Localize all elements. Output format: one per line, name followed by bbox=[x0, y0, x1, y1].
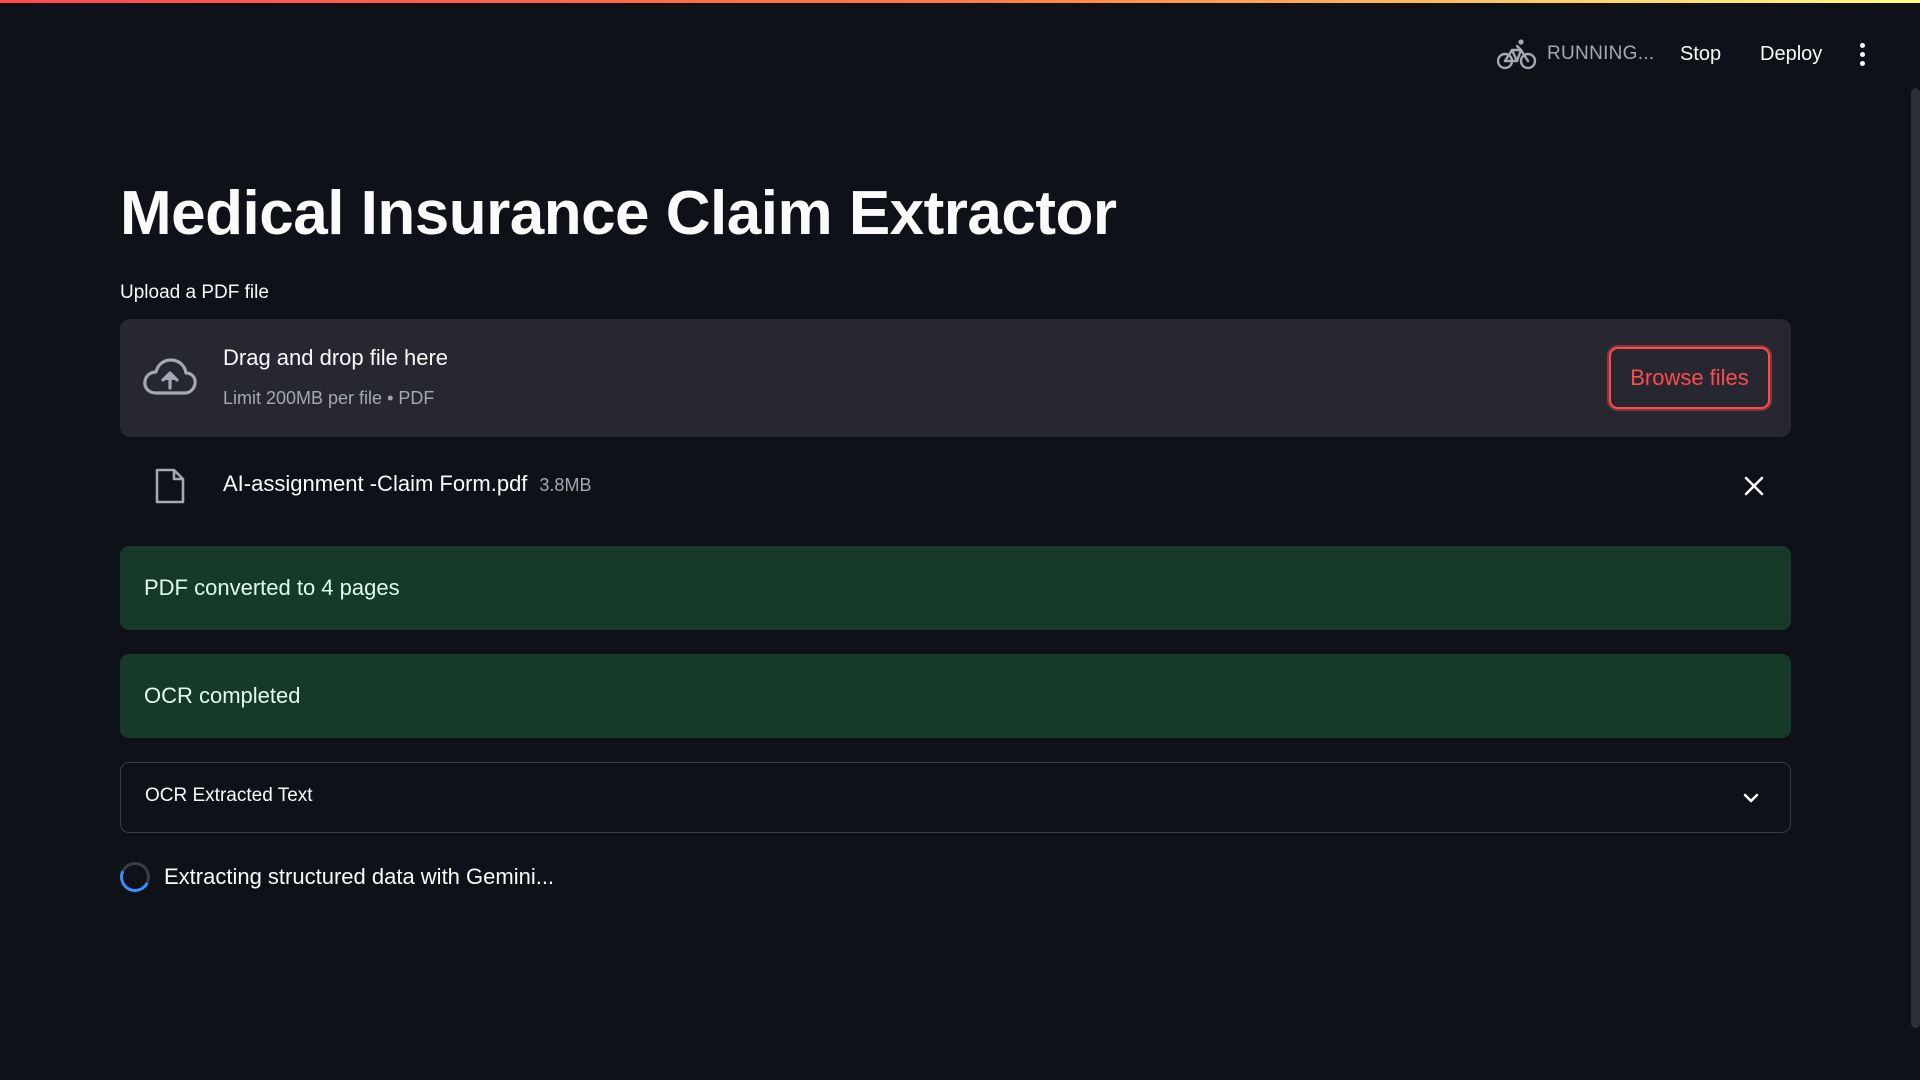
close-icon[interactable] bbox=[1743, 475, 1765, 497]
file-icon bbox=[154, 467, 186, 505]
chevron-down-icon bbox=[1742, 789, 1760, 807]
running-status: RUNNING... bbox=[1497, 34, 1655, 74]
kebab-menu-icon[interactable] bbox=[1854, 40, 1870, 68]
success-alert-ocr-completed: OCR completed bbox=[120, 654, 1791, 738]
spinner-text: Extracting structured data with Gemini..… bbox=[164, 864, 555, 889]
uploaded-file-size: 3.8MB bbox=[539, 475, 592, 495]
loading-indicator: Extracting structured data with Gemini..… bbox=[115, 857, 555, 897]
stop-button[interactable]: Stop bbox=[1680, 38, 1721, 70]
app-header: RUNNING... Stop Deploy bbox=[0, 0, 1920, 100]
scrollbar[interactable] bbox=[1911, 88, 1920, 1028]
running-status-text: RUNNING... bbox=[1547, 43, 1655, 64]
dropzone-limit-text: Limit 200MB per file • PDF bbox=[223, 388, 435, 408]
file-dropzone[interactable]: Drag and drop file here Limit 200MB per … bbox=[120, 319, 1791, 437]
success-alert-pdf-converted: PDF converted to 4 pages bbox=[120, 546, 1791, 630]
uploaded-file-info: AI-assignment -Claim Form.pdf 3.8MB bbox=[223, 471, 591, 497]
cloud-upload-icon bbox=[142, 357, 198, 401]
uploaded-file-name: AI-assignment -Claim Form.pdf bbox=[223, 471, 528, 496]
page-title: Medical Insurance Claim Extractor bbox=[120, 179, 1117, 248]
spinner-icon bbox=[115, 857, 155, 897]
bicycle-icon bbox=[1497, 37, 1537, 71]
browse-files-button[interactable]: Browse files bbox=[1609, 347, 1770, 409]
ocr-text-expander[interactable]: OCR Extracted Text bbox=[120, 762, 1791, 833]
dropzone-instructions: Drag and drop file here bbox=[223, 345, 449, 370]
uploader-label: Upload a PDF file bbox=[120, 282, 269, 303]
uploaded-file-item: AI-assignment -Claim Form.pdf 3.8MB bbox=[120, 455, 1791, 515]
deploy-button[interactable]: Deploy bbox=[1760, 38, 1822, 70]
expander-label: OCR Extracted Text bbox=[145, 785, 313, 806]
